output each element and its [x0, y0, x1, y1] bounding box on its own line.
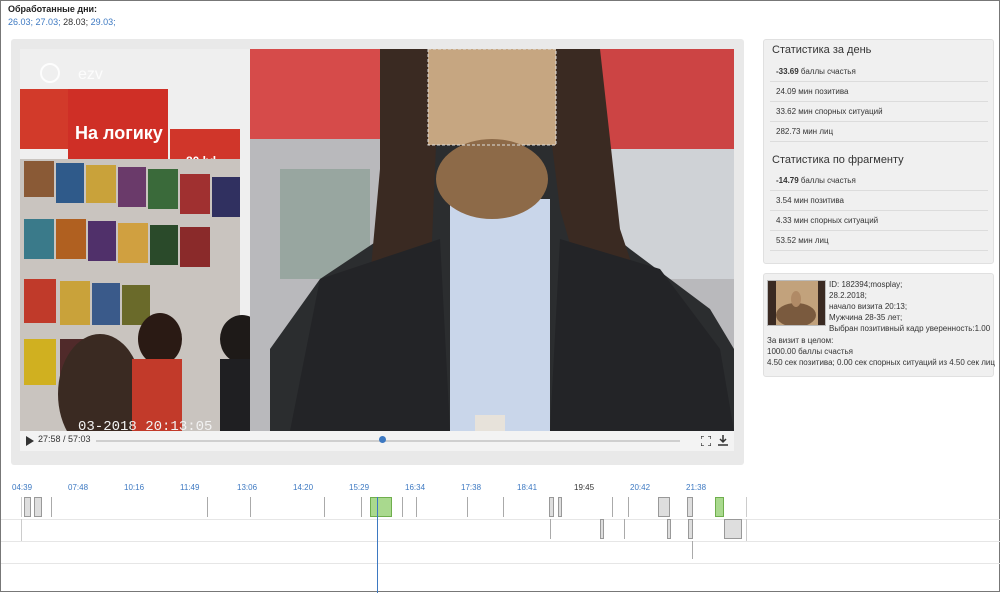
timeline-positive-segment[interactable] [715, 497, 724, 517]
timeline-tick [402, 497, 403, 517]
timeline-label[interactable]: 14:20 [293, 483, 313, 492]
video-time: 27:58 / 57:03 [38, 434, 91, 444]
day-link-27-03[interactable]: 27.03; [36, 17, 61, 27]
visit-card: ID: 182394;mosplay; 28.2.2018; начало ви… [763, 273, 995, 377]
seek-bar[interactable] [96, 440, 680, 442]
timeline-row-divider [1, 563, 1000, 564]
timeline-tick [416, 497, 417, 517]
timeline-label-active[interactable]: 19:45 [574, 483, 594, 492]
timeline-tick [503, 497, 504, 517]
fragment-stat-happiness: -14.79 баллы счастья [770, 171, 988, 191]
timeline-segment[interactable] [724, 519, 742, 539]
timeline-segment[interactable] [549, 497, 554, 517]
day-stats-title: Статистика за день [772, 44, 872, 56]
timeline-tick [250, 497, 251, 517]
timeline-label[interactable]: 21:38 [686, 483, 706, 492]
day-stat-happiness: -33.69 баллы счастья [770, 62, 988, 82]
fragment-stat-disputed: 4.33 мин спорных ситуаций [770, 211, 988, 231]
timeline-label[interactable]: 15:29 [349, 483, 369, 492]
visitor-thumbnail[interactable] [767, 280, 826, 326]
visit-demographics: Мужчина 28-35 лет; [829, 313, 903, 322]
timeline-track-2[interactable] [21, 519, 747, 541]
visit-summary-title: За визит в целом: [767, 336, 834, 345]
fragment-stat-positive: 3.54 мин позитива [770, 191, 988, 211]
camera-watermark: ezv [78, 66, 103, 83]
video-frame: На логику 80 lvl [20, 49, 734, 431]
timeline-label[interactable]: 04:39 [12, 483, 32, 492]
video-controls: 27:58 / 57:03 [20, 431, 734, 451]
timeline-label[interactable]: 18:41 [517, 483, 537, 492]
store-sign: На логику [75, 123, 163, 143]
fragment-stats-title: Статистика по фрагменту [772, 154, 904, 166]
timeline-segment[interactable] [600, 519, 604, 539]
timeline-segment[interactable] [558, 497, 562, 517]
visit-summary-happiness: 1000.00 баллы счастья [767, 347, 853, 356]
timeline-label[interactable]: 16:34 [405, 483, 425, 492]
visit-id: ID: 182394;mosplay; [829, 280, 903, 289]
timeline-tick [324, 497, 325, 517]
timeline-segment[interactable] [688, 519, 693, 539]
visit-date: 28.2.2018; [829, 291, 867, 300]
timeline-label[interactable]: 11:49 [180, 483, 199, 492]
timeline-tick [612, 497, 613, 517]
processed-days-list: 26.03; 27.03; 28.03; 29.03; [8, 17, 116, 27]
timeline-segment[interactable] [658, 497, 670, 517]
timeline-track-3[interactable] [21, 541, 745, 563]
timeline-tick [467, 497, 468, 517]
timeline-cursor[interactable] [377, 497, 378, 593]
day-stat-disputed: 33.62 мин спорных ситуаций [770, 102, 988, 122]
visit-summary-seconds: 4.50 сек позитива; 0.00 сек спорных ситу… [767, 358, 995, 367]
day-stat-faces: 282.73 мин лиц [770, 122, 988, 142]
video-player[interactable]: На логику 80 lvl [20, 49, 734, 431]
timeline-segment[interactable] [667, 519, 671, 539]
timestamp-overlay: 03-2018 20:13:05 [78, 419, 212, 431]
timeline-positive-segment[interactable] [370, 497, 392, 517]
timeline-segment[interactable] [34, 497, 42, 517]
timeline-tick [207, 497, 208, 517]
timeline-tick [550, 519, 551, 539]
day-link-26-03[interactable]: 26.03; [8, 17, 33, 27]
timeline-tick [628, 497, 629, 517]
timeline-label[interactable]: 07:48 [68, 483, 88, 492]
timeline-segment[interactable] [687, 497, 693, 517]
visit-selected-frame: Выбран позитивный кадр уверенность:1.00 [829, 324, 991, 333]
timeline-label[interactable]: 13:06 [237, 483, 257, 492]
timeline-label[interactable]: 17:38 [461, 483, 481, 492]
video-panel: На логику 80 lvl [11, 39, 744, 465]
timeline-tick [51, 497, 52, 517]
timeline-label[interactable]: 10:16 [124, 483, 144, 492]
timeline[interactable]: 04:39 07:48 10:16 11:49 13:06 14:20 15:2… [1, 479, 1000, 593]
visit-start: начало визита 20:13; [829, 302, 908, 311]
fullscreen-icon[interactable] [701, 436, 711, 446]
timeline-track-1[interactable] [21, 497, 747, 517]
face-thumbnail-image [768, 281, 825, 325]
fragment-stat-faces: 53.52 мин лиц [770, 231, 988, 251]
timeline-tick [361, 497, 362, 517]
timeline-label[interactable]: 20:42 [630, 483, 650, 492]
play-icon[interactable] [26, 436, 34, 446]
processed-days-title: Обработанные дни: [8, 4, 98, 14]
day-link-29-03[interactable]: 29.03; [91, 17, 116, 27]
timeline-tick [692, 541, 693, 559]
day-current-28-03: 28.03; [63, 17, 89, 27]
timeline-tick [624, 519, 625, 539]
day-stat-positive: 24.09 мин позитива [770, 82, 988, 102]
statistics-panel: Статистика за день -33.69 баллы счастья … [763, 39, 994, 264]
timeline-segment[interactable] [24, 497, 31, 517]
download-icon[interactable] [718, 435, 728, 446]
